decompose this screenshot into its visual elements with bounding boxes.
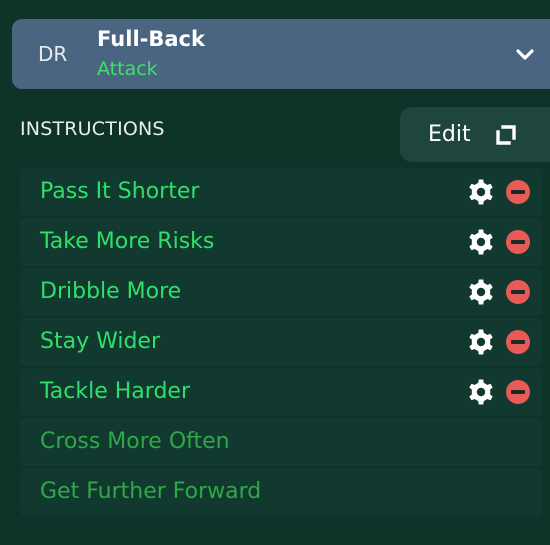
instruction-label: Stay Wider bbox=[40, 329, 161, 354]
instruction-label: Take More Risks bbox=[40, 229, 215, 254]
gear-icon[interactable] bbox=[468, 279, 494, 305]
instruction-row[interactable]: Stay Wider bbox=[20, 318, 543, 366]
instruction-row[interactable]: Pass It Shorter bbox=[20, 168, 543, 216]
instruction-label: Pass It Shorter bbox=[40, 179, 200, 204]
available-instruction-row[interactable]: Cross More Often bbox=[20, 418, 543, 466]
remove-icon[interactable] bbox=[506, 280, 530, 304]
gear-icon[interactable] bbox=[468, 329, 494, 355]
instruction-label: Dribble More bbox=[40, 279, 182, 304]
instruction-label: Cross More Often bbox=[40, 429, 230, 454]
instructions-list: Pass It Shorter Take More Risks Dribble … bbox=[20, 168, 543, 518]
available-instruction-row[interactable]: Get Further Forward bbox=[20, 468, 543, 516]
gear-icon[interactable] bbox=[468, 229, 494, 255]
instruction-row[interactable]: Take More Risks bbox=[20, 218, 543, 266]
role-selector[interactable]: DR Full-Back Attack bbox=[12, 19, 550, 89]
remove-icon[interactable] bbox=[506, 230, 530, 254]
role-duty: Attack bbox=[97, 58, 158, 80]
instruction-label: Get Further Forward bbox=[40, 479, 262, 504]
position-abbreviation: DR bbox=[38, 42, 68, 66]
remove-icon[interactable] bbox=[506, 180, 530, 204]
remove-icon[interactable] bbox=[506, 330, 530, 354]
edit-label: Edit bbox=[428, 122, 471, 147]
gear-icon[interactable] bbox=[468, 379, 494, 405]
role-title: Full-Back bbox=[97, 27, 205, 51]
instruction-row[interactable]: Tackle Harder bbox=[20, 368, 543, 416]
instructions-heading: INSTRUCTIONS bbox=[20, 118, 165, 140]
expand-icon bbox=[496, 125, 516, 145]
remove-icon[interactable] bbox=[506, 380, 530, 404]
chevron-down-icon[interactable] bbox=[514, 44, 536, 66]
gear-icon[interactable] bbox=[468, 179, 494, 205]
instruction-label: Tackle Harder bbox=[40, 379, 190, 404]
edit-button[interactable]: Edit bbox=[400, 107, 550, 162]
instruction-row[interactable]: Dribble More bbox=[20, 268, 543, 316]
